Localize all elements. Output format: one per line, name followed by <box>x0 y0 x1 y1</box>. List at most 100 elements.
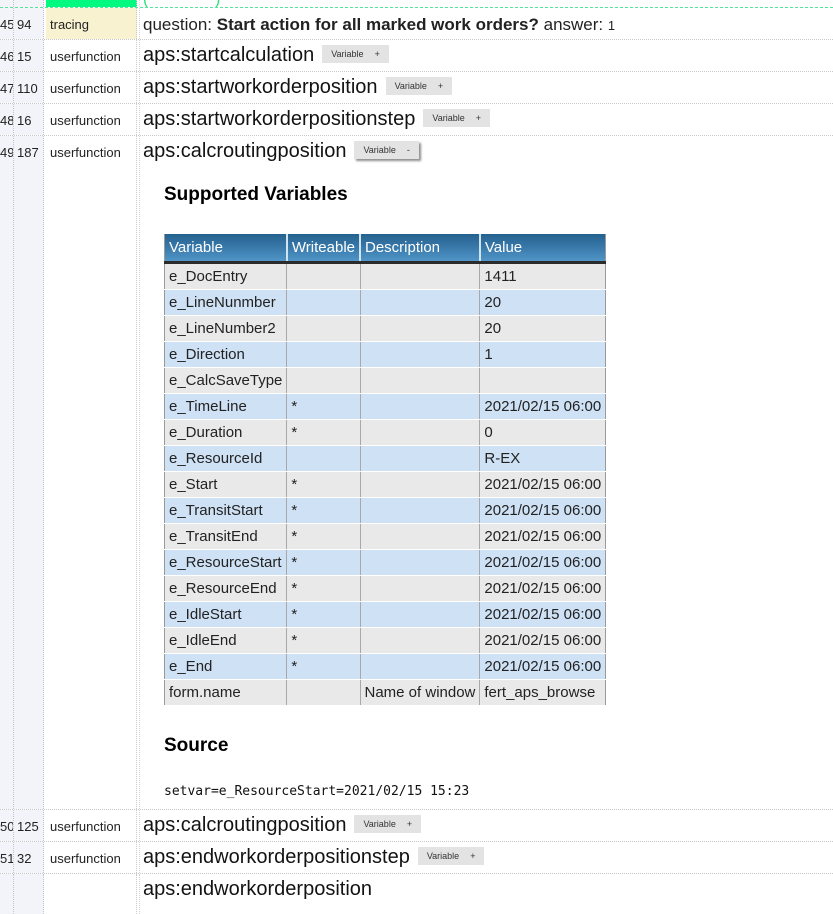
table-row: e_IdleStart*2021/02/15 06:00 <box>165 602 606 628</box>
function-name: aps:startworkorderposition <box>143 76 378 98</box>
table-cell-writeable <box>287 368 360 394</box>
table-cell-variable: form.name <box>165 680 287 706</box>
question-line: question: Start action for all marked wo… <box>143 8 833 35</box>
entry-content-cell: aps:startcalculation Variable+ <box>139 40 833 71</box>
table-row: e_ResourceEnd*2021/02/15 06:00 <box>165 576 606 602</box>
table-cell-variable: e_ResourceStart <box>165 550 287 576</box>
line-number-cell: 49 <box>0 136 14 809</box>
table-cell-variable: e_LineNumber2 <box>165 316 287 342</box>
table-cell-variable: e_Start <box>165 472 287 498</box>
line-number-cell: 47 <box>0 72 14 103</box>
function-name: aps:startcalculation <box>143 44 314 66</box>
table-cell-description: Name of window <box>360 680 480 706</box>
entry-type-cell-highlighted <box>46 0 137 7</box>
entry-content-cell: aps:endworkorderposition <box>139 874 833 914</box>
duration-cell: 32 <box>14 842 44 873</box>
supported-variables-table: Variable Writeable Description Value e_D… <box>164 234 606 706</box>
table-cell-description <box>360 550 480 576</box>
trace-row-clipped-top: ( ) <box>0 0 833 8</box>
line-number-cell: 48 <box>0 104 14 135</box>
function-name: aps:calcroutingposition <box>143 140 346 162</box>
entry-type-cell: userfunction <box>46 810 137 841</box>
variable-toggle-label: Variable <box>427 851 459 861</box>
table-row: e_ResourceStart*2021/02/15 06:00 <box>165 550 606 576</box>
table-row: e_Start* 2021/02/15 06:00 <box>165 472 606 498</box>
entry-content-cell: ( ) <box>139 0 833 7</box>
table-cell-value: 2021/02/15 06:00 <box>480 550 606 576</box>
table-cell-description <box>360 420 480 446</box>
duration-cell: 16 <box>14 104 44 135</box>
table-cell-variable: e_TimeLine <box>165 394 287 420</box>
table-cell-writeable <box>287 263 360 290</box>
table-cell-writeable: * <box>287 420 360 446</box>
entry-type-cell: userfunction <box>46 40 137 71</box>
table-cell-variable: e_ResourceId <box>165 446 287 472</box>
trace-row: 47 110 userfunction aps:startworkorderpo… <box>0 72 833 104</box>
table-row: e_CalcSaveType <box>165 368 606 394</box>
trace-row: 51 32 userfunction aps:endworkorderposit… <box>0 842 833 874</box>
table-cell-value: 2021/02/15 06:00 <box>480 524 606 550</box>
line-number-cell: 46 <box>0 40 14 71</box>
duration-cell: 94 <box>14 8 44 39</box>
table-row: e_TransitEnd*2021/02/15 06:00 <box>165 524 606 550</box>
variable-details-panel: Supported Variables Variable Writeable D… <box>164 184 833 809</box>
line-number-cell <box>0 0 14 8</box>
table-cell-writeable: * <box>287 628 360 654</box>
collapse-minus-icon: - <box>407 145 410 155</box>
table-cell-writeable: * <box>287 394 360 420</box>
table-cell-writeable: * <box>287 472 360 498</box>
trace-row: 45 94 tracing question: Start action for… <box>0 8 833 40</box>
table-cell-variable: e_IdleEnd <box>165 628 287 654</box>
table-cell-description <box>360 498 480 524</box>
variable-toggle-button[interactable]: Variable+ <box>423 109 490 127</box>
entry-content-cell: question: Start action for all marked wo… <box>139 8 833 39</box>
variable-toggle-button[interactable]: Variable- <box>354 141 418 159</box>
variable-toggle-button[interactable]: Variable+ <box>354 815 421 833</box>
answer-value: 1 <box>608 18 615 33</box>
table-cell-writeable: * <box>287 576 360 602</box>
table-cell-description <box>360 576 480 602</box>
table-cell-value: 20 <box>480 290 606 316</box>
duration-cell: 125 <box>14 810 44 841</box>
table-cell-variable: e_DocEntry <box>165 263 287 290</box>
table-cell-description <box>360 628 480 654</box>
entry-type-cell: userfunction <box>46 842 137 873</box>
table-row: e_End*2021/02/15 06:00 <box>165 654 606 680</box>
table-cell-value: 2021/02/15 06:00 <box>480 654 606 680</box>
table-row: form.name Name of windowfert_aps_browse <box>165 680 606 706</box>
duration-cell: 187 <box>14 136 44 809</box>
entry-type-cell: userfunction <box>46 72 137 103</box>
table-cell-description <box>360 290 480 316</box>
table-row: e_ResourceId R-EX <box>165 446 606 472</box>
table-cell-description <box>360 342 480 368</box>
table-row: e_LineNunmber20 <box>165 290 606 316</box>
table-cell-description <box>360 263 480 290</box>
table-cell-variable: e_Direction <box>165 342 287 368</box>
table-cell-value: 2021/02/15 06:00 <box>480 602 606 628</box>
variable-toggle-button[interactable]: Variable+ <box>386 77 453 95</box>
entry-content-cell: aps:calcroutingposition Variable- Support… <box>139 136 833 809</box>
variable-toggle-label: Variable <box>395 81 427 91</box>
table-cell-value: R-EX <box>480 446 606 472</box>
trace-row-clipped-bottom: aps:endworkorderposition <box>0 874 833 914</box>
function-name: aps:endworkorderpositionstep <box>143 846 410 868</box>
table-row: e_Direction1 <box>165 342 606 368</box>
trace-row-expanded: 49 187 userfunction aps:calcroutingposit… <box>0 136 833 810</box>
variables-table-body: e_DocEntry1411e_LineNunmber20e_LineNumbe… <box>165 263 606 706</box>
entry-content-cell: aps:startworkorderpositionstepVariable+ <box>139 104 833 135</box>
table-cell-value: 2021/02/15 06:00 <box>480 472 606 498</box>
table-row: e_Duration*0 <box>165 420 606 446</box>
table-cell-value: 2021/02/15 06:00 <box>480 576 606 602</box>
duration-cell <box>14 874 44 914</box>
variable-toggle-label: Variable <box>363 819 395 829</box>
trace-row: 48 16 userfunction aps:startworkorderpos… <box>0 104 833 136</box>
table-header-row: Variable Writeable Description Value <box>165 234 606 263</box>
answer-label: answer: <box>544 15 604 34</box>
entry-type-cell: tracing <box>46 8 137 39</box>
supported-variables-heading: Supported Variables <box>164 184 833 206</box>
variable-toggle-button[interactable]: Variable+ <box>322 45 389 63</box>
table-cell-variable: e_TransitEnd <box>165 524 287 550</box>
table-cell-value: 2021/02/15 06:00 <box>480 628 606 654</box>
table-cell-value: fert_aps_browse <box>480 680 606 706</box>
variable-toggle-button[interactable]: Variable+ <box>418 847 485 865</box>
